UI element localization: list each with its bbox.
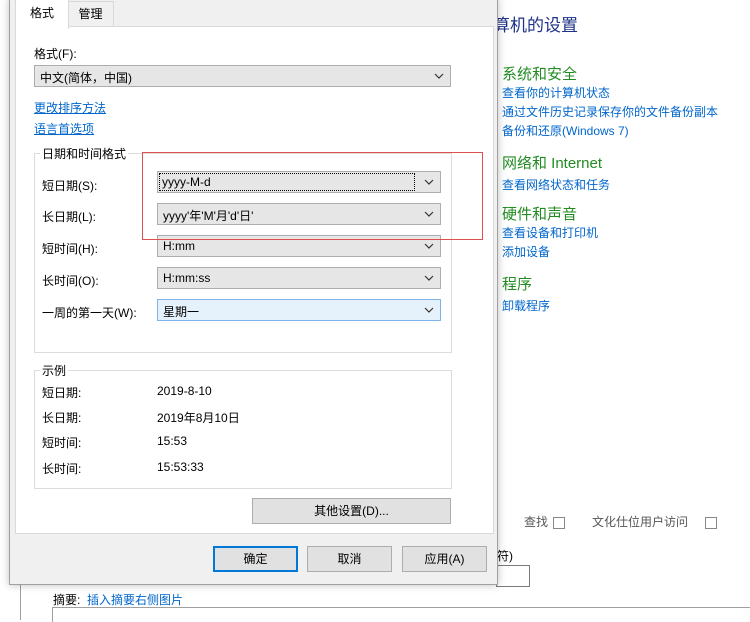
- format-tab-panel: 格式(F): 中文(简体，中国) 更改排序方法 语言首选项 日期和时间格式 短日…: [15, 26, 494, 534]
- link-file-history[interactable]: 通过文件历史记录保存你的文件备份副本: [502, 103, 718, 120]
- region-dialog: 格式 管理 格式(F): 中文(简体，中国) 更改排序方法 语言首选项 日期和时…: [9, 0, 498, 585]
- tab-admin[interactable]: 管理: [67, 1, 114, 27]
- summary-image-link[interactable]: 插入摘要右侧图片: [87, 591, 183, 608]
- examples-group: [34, 370, 452, 489]
- cancel-button[interactable]: 取消: [307, 546, 392, 572]
- format-combobox[interactable]: 中文(简体，中国): [34, 65, 451, 87]
- link-view-computer-status[interactable]: 查看你的计算机状态: [502, 84, 610, 101]
- link-uninstall-program[interactable]: 卸载程序: [502, 297, 550, 314]
- fragment-input[interactable]: [496, 565, 530, 587]
- summary-label: 摘要:: [53, 593, 81, 607]
- category-hardware-sound[interactable]: 硬件和声音: [502, 203, 577, 224]
- language-preferences-link[interactable]: 语言首选项: [34, 120, 94, 137]
- examples-group-title: 示例: [40, 362, 69, 379]
- category-network-internet[interactable]: 网络和 Internet: [502, 152, 602, 173]
- link-backup-restore[interactable]: 备份和还原(Windows 7): [502, 122, 629, 139]
- chevron-down-icon: [424, 275, 434, 281]
- example-long-date-label: 长日期:: [42, 411, 82, 425]
- example-short-time-value: 15:53: [157, 434, 188, 448]
- datetime-group-title: 日期和时间格式: [40, 145, 129, 162]
- example-short-date-value: 2019-8-10: [157, 384, 212, 398]
- ok-button[interactable]: 确定: [213, 546, 298, 572]
- strip-text-access: 文化仕位用户访问: [592, 515, 689, 529]
- long-time-combobox[interactable]: H:mm:ss: [157, 267, 441, 289]
- example-short-time-label: 短时间:: [42, 436, 82, 450]
- chevron-down-icon: [424, 243, 434, 249]
- strip-checkbox-2[interactable]: [705, 517, 717, 529]
- link-devices-printers[interactable]: 查看设备和打印机: [502, 224, 598, 241]
- long-time-value: H:mm:ss: [163, 271, 211, 285]
- control-panel-title: 算机的设置: [493, 16, 578, 35]
- short-time-label: 短时间(H):: [42, 242, 98, 256]
- other-settings-button[interactable]: 其他设置(D)...: [252, 498, 451, 524]
- strip-checkbox-1[interactable]: [553, 517, 565, 529]
- long-date-label: 长日期(L):: [42, 210, 97, 224]
- link-network-status[interactable]: 查看网络状态和任务: [502, 176, 610, 193]
- first-day-value: 星期一: [163, 305, 200, 319]
- category-system-security[interactable]: 系统和安全: [502, 63, 577, 84]
- first-day-combobox[interactable]: 星期一: [157, 299, 441, 321]
- short-date-label: 短日期(S):: [42, 179, 98, 193]
- example-long-time-value: 15:53:33: [157, 460, 204, 474]
- format-value: 中文(简体，中国): [40, 71, 132, 85]
- first-day-label: 一周的第一天(W):: [42, 306, 137, 320]
- link-add-device[interactable]: 添加设备: [502, 243, 550, 260]
- example-long-date-value: 2019年8月10日: [157, 411, 240, 425]
- format-label: 格式(F):: [34, 47, 77, 61]
- short-time-value: H:mm: [163, 239, 195, 253]
- fragment-label: 符): [497, 549, 513, 563]
- example-long-time-label: 长时间:: [42, 462, 82, 476]
- long-time-label: 长时间(O):: [42, 274, 99, 288]
- chevron-down-icon: [424, 307, 434, 313]
- example-short-date-label: 短日期:: [42, 386, 82, 400]
- category-programs[interactable]: 程序: [502, 273, 532, 294]
- change-sort-link[interactable]: 更改排序方法: [34, 99, 106, 116]
- chevron-down-icon: [434, 73, 444, 79]
- highlight-annotation-box: [142, 152, 483, 240]
- strip-text-search: 查找: [524, 515, 549, 529]
- tab-format[interactable]: 格式: [15, 0, 69, 29]
- apply-button[interactable]: 应用(A): [402, 546, 487, 572]
